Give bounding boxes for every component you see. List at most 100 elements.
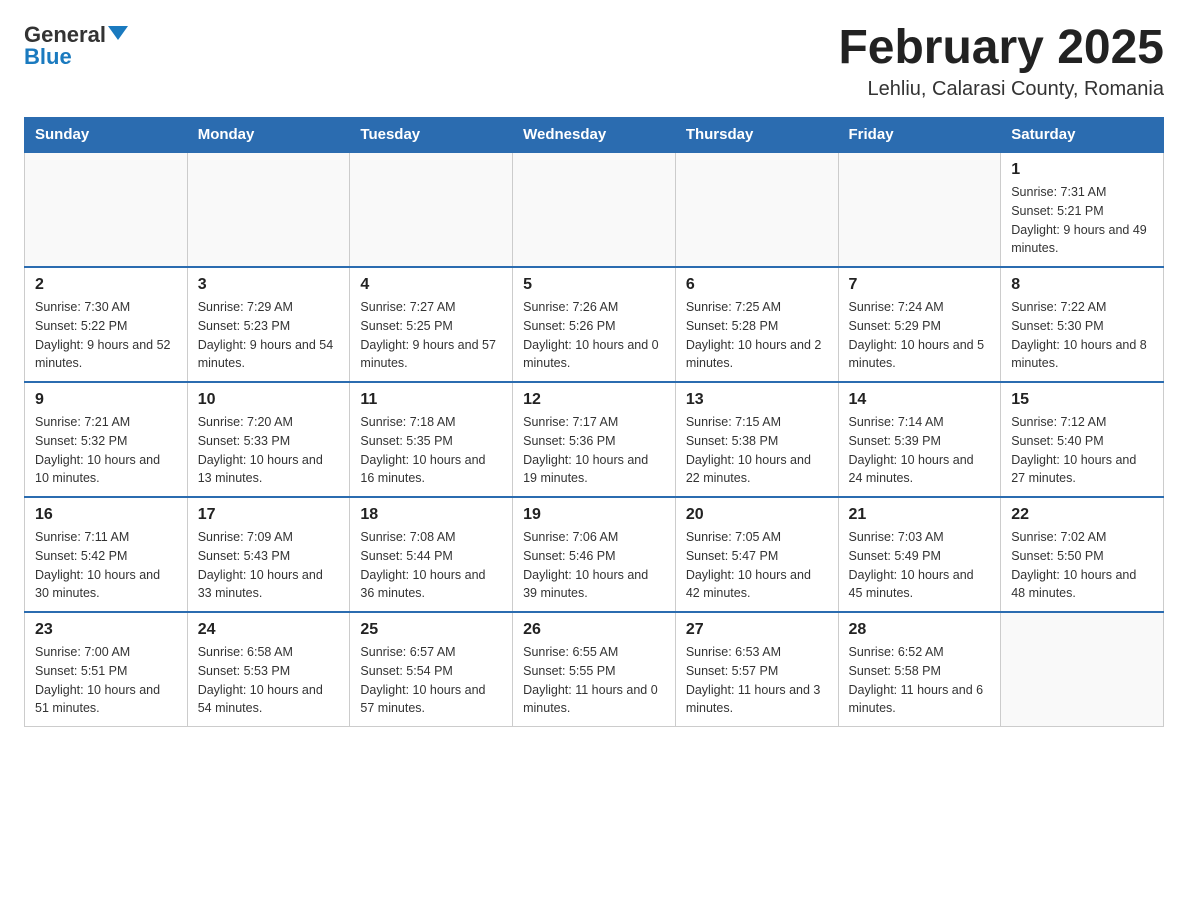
day-info: Sunrise: 7:31 AMSunset: 5:21 PMDaylight:…	[1011, 183, 1153, 258]
calendar-cell: 24 Sunrise: 6:58 AMSunset: 5:53 PMDayligh…	[187, 612, 350, 727]
week-row-1: 1 Sunrise: 7:31 AMSunset: 5:21 PMDaylight…	[25, 152, 1164, 267]
day-info: Sunrise: 6:58 AMSunset: 5:53 PMDaylight:…	[198, 643, 340, 718]
day-number: 2	[35, 276, 177, 294]
day-number: 15	[1011, 391, 1153, 409]
weekday-header-saturday: Saturday	[1001, 118, 1164, 153]
calendar-cell: 12 Sunrise: 7:17 AMSunset: 5:36 PMDayligh…	[513, 382, 676, 497]
day-number: 1	[1011, 161, 1153, 179]
calendar-cell: 22 Sunrise: 7:02 AMSunset: 5:50 PMDayligh…	[1001, 497, 1164, 612]
day-info: Sunrise: 7:00 AMSunset: 5:51 PMDaylight:…	[35, 643, 177, 718]
day-info: Sunrise: 7:25 AMSunset: 5:28 PMDaylight:…	[686, 298, 828, 373]
week-row-2: 2 Sunrise: 7:30 AMSunset: 5:22 PMDaylight…	[25, 267, 1164, 382]
day-info: Sunrise: 7:27 AMSunset: 5:25 PMDaylight:…	[360, 298, 502, 373]
day-info: Sunrise: 7:30 AMSunset: 5:22 PMDaylight:…	[35, 298, 177, 373]
day-number: 27	[686, 621, 828, 639]
calendar-cell: 5Sunrise: 7:26 AMSunset: 5:26 PMDaylight…	[513, 267, 676, 382]
weekday-header-friday: Friday	[838, 118, 1001, 153]
calendar-cell: 18Sunrise: 7:08 AMSunset: 5:44 PMDayligh…	[350, 497, 513, 612]
day-number: 5	[523, 276, 665, 294]
day-info: Sunrise: 6:55 AMSunset: 5:55 PMDaylight:…	[523, 643, 665, 718]
logo-general-text: General	[24, 24, 106, 46]
day-info: Sunrise: 7:15 AMSunset: 5:38 PMDaylight:…	[686, 413, 828, 488]
weekday-header-wednesday: Wednesday	[513, 118, 676, 153]
calendar-cell: 15 Sunrise: 7:12 AMSunset: 5:40 PMDayligh…	[1001, 382, 1164, 497]
calendar-cell: 19 Sunrise: 7:06 AMSunset: 5:46 PMDayligh…	[513, 497, 676, 612]
day-number: 13	[686, 391, 828, 409]
day-number: 22	[1011, 506, 1153, 524]
calendar-cell: 1 Sunrise: 7:31 AMSunset: 5:21 PMDaylight…	[1001, 152, 1164, 267]
calendar-cell: 13 Sunrise: 7:15 AMSunset: 5:38 PMDayligh…	[675, 382, 838, 497]
day-info: Sunrise: 7:29 AMSunset: 5:23 PMDaylight:…	[198, 298, 340, 373]
calendar-cell: 4 Sunrise: 7:27 AMSunset: 5:25 PMDaylight…	[350, 267, 513, 382]
calendar-cell: 17Sunrise: 7:09 AMSunset: 5:43 PMDayligh…	[187, 497, 350, 612]
day-info: Sunrise: 6:53 AMSunset: 5:57 PMDaylight:…	[686, 643, 828, 718]
calendar-cell	[675, 152, 838, 267]
day-info: Sunrise: 7:18 AMSunset: 5:35 PMDaylight:…	[360, 413, 502, 488]
calendar-cell	[187, 152, 350, 267]
location-subtitle: Lehliu, Calarasi County, Romania	[838, 78, 1164, 101]
weekday-header-thursday: Thursday	[675, 118, 838, 153]
day-number: 7	[849, 276, 991, 294]
calendar-cell	[350, 152, 513, 267]
title-block: February 2025 Lehliu, Calarasi County, R…	[838, 24, 1164, 101]
day-info: Sunrise: 7:09 AMSunset: 5:43 PMDaylight:…	[198, 528, 340, 603]
day-number: 11	[360, 391, 502, 409]
day-number: 3	[198, 276, 340, 294]
calendar-cell: 25 Sunrise: 6:57 AMSunset: 5:54 PMDayligh…	[350, 612, 513, 727]
day-info: Sunrise: 7:20 AMSunset: 5:33 PMDaylight:…	[198, 413, 340, 488]
logo: General Blue	[24, 24, 128, 68]
day-info: Sunrise: 7:05 AMSunset: 5:47 PMDaylight:…	[686, 528, 828, 603]
calendar-cell: 23 Sunrise: 7:00 AMSunset: 5:51 PMDayligh…	[25, 612, 188, 727]
day-number: 12	[523, 391, 665, 409]
calendar-cell: 6 Sunrise: 7:25 AMSunset: 5:28 PMDaylight…	[675, 267, 838, 382]
day-info: Sunrise: 7:12 AMSunset: 5:40 PMDaylight:…	[1011, 413, 1153, 488]
logo-arrow-icon	[108, 26, 128, 40]
calendar-cell: 10Sunrise: 7:20 AMSunset: 5:33 PMDayligh…	[187, 382, 350, 497]
day-info: Sunrise: 7:06 AMSunset: 5:46 PMDaylight:…	[523, 528, 665, 603]
day-number: 26	[523, 621, 665, 639]
calendar-cell: 2 Sunrise: 7:30 AMSunset: 5:22 PMDaylight…	[25, 267, 188, 382]
day-number: 19	[523, 506, 665, 524]
day-number: 18	[360, 506, 502, 524]
calendar-cell	[1001, 612, 1164, 727]
weekday-header-sunday: Sunday	[25, 118, 188, 153]
calendar-cell: 8 Sunrise: 7:22 AMSunset: 5:30 PMDaylight…	[1001, 267, 1164, 382]
calendar-cell: 20 Sunrise: 7:05 AMSunset: 5:47 PMDayligh…	[675, 497, 838, 612]
day-number: 21	[849, 506, 991, 524]
day-number: 4	[360, 276, 502, 294]
weekday-header-monday: Monday	[187, 118, 350, 153]
day-number: 16	[35, 506, 177, 524]
day-number: 20	[686, 506, 828, 524]
calendar-cell: 21 Sunrise: 7:03 AMSunset: 5:49 PMDayligh…	[838, 497, 1001, 612]
day-info: Sunrise: 7:17 AMSunset: 5:36 PMDaylight:…	[523, 413, 665, 488]
day-info: Sunrise: 7:11 AMSunset: 5:42 PMDaylight:…	[35, 528, 177, 603]
calendar-table: SundayMondayTuesdayWednesdayThursdayFrid…	[24, 117, 1164, 727]
calendar-cell: 16 Sunrise: 7:11 AMSunset: 5:42 PMDayligh…	[25, 497, 188, 612]
calendar-cell: 3 Sunrise: 7:29 AMSunset: 5:23 PMDaylight…	[187, 267, 350, 382]
day-number: 25	[360, 621, 502, 639]
day-number: 8	[1011, 276, 1153, 294]
day-info: Sunrise: 7:03 AMSunset: 5:49 PMDaylight:…	[849, 528, 991, 603]
calendar-cell: 7 Sunrise: 7:24 AMSunset: 5:29 PMDaylight…	[838, 267, 1001, 382]
week-row-3: 9 Sunrise: 7:21 AMSunset: 5:32 PMDaylight…	[25, 382, 1164, 497]
calendar-cell: 26 Sunrise: 6:55 AMSunset: 5:55 PMDayligh…	[513, 612, 676, 727]
day-number: 24	[198, 621, 340, 639]
page-header: General Blue February 2025 Lehliu, Calar…	[24, 24, 1164, 101]
day-info: Sunrise: 7:24 AMSunset: 5:29 PMDaylight:…	[849, 298, 991, 373]
month-year-title: February 2025	[838, 24, 1164, 72]
day-number: 6	[686, 276, 828, 294]
calendar-cell	[25, 152, 188, 267]
calendar-cell	[838, 152, 1001, 267]
day-number: 23	[35, 621, 177, 639]
calendar-cell: 27 Sunrise: 6:53 AMSunset: 5:57 PMDayligh…	[675, 612, 838, 727]
calendar-cell: 28Sunrise: 6:52 AMSunset: 5:58 PMDayligh…	[838, 612, 1001, 727]
day-info: Sunrise: 6:52 AMSunset: 5:58 PMDaylight:…	[849, 643, 991, 718]
day-number: 9	[35, 391, 177, 409]
day-number: 14	[849, 391, 991, 409]
day-info: Sunrise: 7:14 AMSunset: 5:39 PMDaylight:…	[849, 413, 991, 488]
week-row-5: 23 Sunrise: 7:00 AMSunset: 5:51 PMDayligh…	[25, 612, 1164, 727]
day-info: Sunrise: 7:21 AMSunset: 5:32 PMDaylight:…	[35, 413, 177, 488]
day-info: Sunrise: 6:57 AMSunset: 5:54 PMDaylight:…	[360, 643, 502, 718]
day-info: Sunrise: 7:22 AMSunset: 5:30 PMDaylight:…	[1011, 298, 1153, 373]
day-info: Sunrise: 7:02 AMSunset: 5:50 PMDaylight:…	[1011, 528, 1153, 603]
